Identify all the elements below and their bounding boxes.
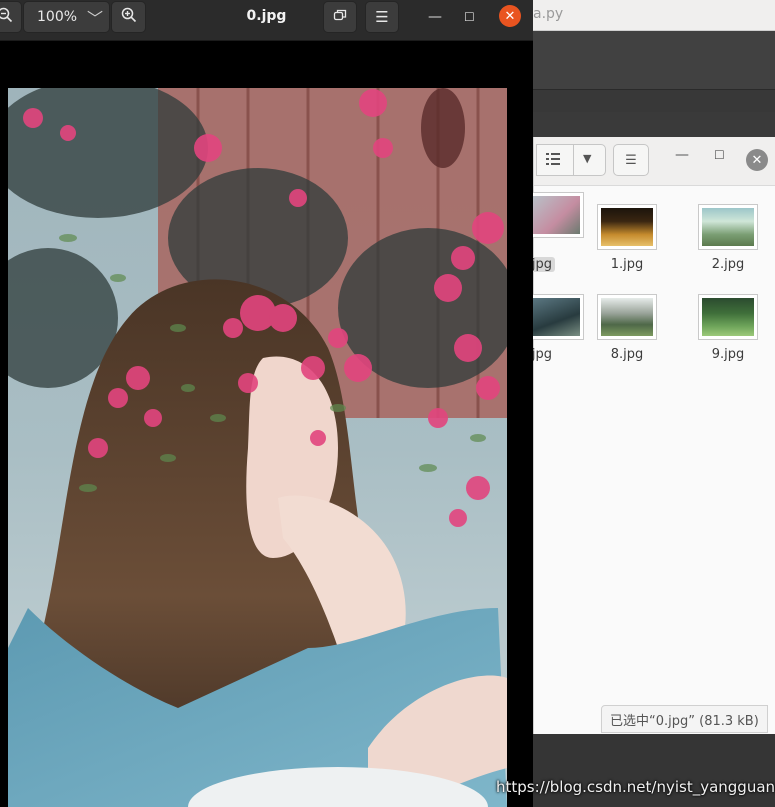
file-manager-menu-button[interactable]: ☰ [613, 144, 649, 176]
close-icon[interactable]: ✕ [499, 5, 521, 27]
button-separator [573, 145, 574, 175]
minimize-icon[interactable]: — [428, 9, 442, 25]
thumbnail-7[interactable] [524, 294, 584, 340]
window-title: 0.jpg [246, 8, 287, 24]
file-manager-header: ▼ ☰ — ☐ ✕ [534, 137, 775, 186]
thumbnail-8[interactable] [597, 294, 657, 340]
editor-bottom-panel [533, 734, 775, 807]
view-toggle-button[interactable]: ▼ [536, 144, 606, 176]
list-view-icon [545, 151, 561, 171]
minimize-icon[interactable]: — [675, 147, 689, 163]
editor-toolbar [533, 31, 775, 90]
maximize-icon[interactable]: ☐ [464, 10, 475, 24]
file-manager-window: ▼ ☰ — ☐ ✕ jpg 1.jpg 2.jpg jpg 8.jpg 9.jp… [512, 137, 775, 734]
restore-icon [332, 7, 348, 27]
maximize-icon[interactable]: ☐ [714, 148, 725, 162]
image-viewer-header: 100% ﹀ 0.jpg ☰ — ☐ ✕ [0, 0, 533, 41]
file-label-2[interactable]: 2.jpg [693, 257, 763, 272]
restore-button[interactable] [323, 1, 357, 33]
editor-strip [533, 90, 775, 112]
selection-status: 已选中“0.jpg” (81.3 kB) [601, 705, 768, 733]
file-label-1[interactable]: 1.jpg [592, 257, 662, 272]
watermark: https://blog.csdn.net/nyist_yangguang [496, 778, 775, 796]
thumbnail-0[interactable] [524, 192, 584, 238]
viewer-menu-button[interactable]: ☰ [365, 1, 399, 33]
chevron-down-icon[interactable]: ▼ [583, 152, 591, 165]
hamburger-menu-icon: ☰ [625, 152, 637, 168]
file-label-8[interactable]: 8.jpg [592, 347, 662, 362]
thumbnail-2[interactable] [698, 204, 758, 250]
editor-tabbar: a.py [533, 0, 775, 31]
displayed-photo [8, 88, 507, 807]
file-label-9[interactable]: 9.jpg [693, 347, 763, 362]
hamburger-menu-icon: ☰ [375, 8, 389, 26]
thumbnail-1[interactable] [597, 204, 657, 250]
image-viewer-window: 100% ﹀ 0.jpg ☰ — ☐ ✕ [0, 0, 533, 807]
thumbnail-9[interactable] [698, 294, 758, 340]
editor-tab-label[interactable]: a.py [533, 6, 563, 22]
close-icon[interactable]: ✕ [746, 149, 768, 171]
